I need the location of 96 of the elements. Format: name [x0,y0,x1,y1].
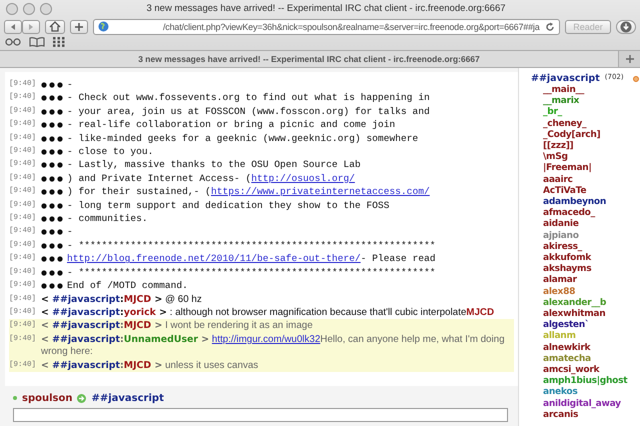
plus-icon [74,22,84,32]
user-list-item[interactable]: alnewkirk [531,342,640,354]
grid-icon[interactable] [53,37,65,47]
server-dots-icon [41,82,63,88]
server-dots-icon [41,216,63,222]
new-tab-button[interactable] [618,51,640,67]
user-list-item[interactable]: amph1bius|ghost [531,376,640,388]
server-message: - Lastly, massive thanks to the OSU Open Source Lab [67,158,361,172]
server-message: - [67,78,73,91]
server-message: - communities. [67,212,148,226]
chat-message: < ##javascript:MJCD > unless it uses canvas [41,360,258,372]
message-input[interactable] [13,408,508,422]
channel-name: ##javascript [91,392,164,404]
server-message: - Check out www.fossevents.org to find out what is happening in [67,91,430,104]
user-list-item[interactable]: aaairc [531,174,640,186]
user-list-item[interactable]: anekos [531,387,640,399]
server-dots-icon [41,229,63,236]
user-list-item[interactable]: arcanis [531,410,640,422]
server-message: - your area, join us at FOSSCON (www.fosscon.org) for talks and [67,104,430,118]
chat-message: < ##javascript:MJCD > @ 60 hz [41,294,202,306]
back-icon [9,22,17,30]
channel-name[interactable]: ##javascript [531,73,600,84]
server-message: - close to you. [67,145,154,158]
user-list-item[interactable]: __marix [531,96,640,108]
server-message: - real-life collaboration or bring a picnic and come join [67,118,396,132]
status-dot-icon [13,396,17,400]
user-list-item[interactable]: afmacedo_ [531,208,640,220]
message-link[interactable]: http://imgur.com/wu0lk32 [212,334,320,345]
server-dots-icon [41,149,63,156]
user-list-item[interactable]: anildigital_away [531,398,640,410]
chat-message: < ##javascript:MJCD > I wont be rendering it as an image [41,320,313,333]
user-list-item[interactable]: alexander__b [531,298,640,310]
server-dots-icon [41,242,63,249]
server-dots-icon [41,202,63,209]
server-dots-icon [41,162,63,168]
user-list-item[interactable]: ajpiano [531,230,640,242]
server-dots-icon [41,283,63,290]
server-message: End of /MOTD command. [67,279,188,292]
user-list-item[interactable]: amcsi_work [531,365,640,376]
user-list-item[interactable]: akiress_ [531,242,640,254]
server-dots-icon [41,189,63,196]
user-list-item[interactable]: alexwhitman [531,309,640,320]
user-list-item[interactable]: alex88 [531,286,640,298]
address-field[interactable]: /chat/client.php?viewKey=36h&nick=spoulson&realname=&server=irc.freenode.org&port=6667##ja [93,18,560,34]
status-dot-icon [632,76,639,82]
user-list-item[interactable]: akkufomk [531,253,640,264]
back-button[interactable] [4,20,22,34]
book-icon[interactable] [29,37,45,47]
user-list-item[interactable]: alamar [531,275,640,287]
home-icon [49,21,61,32]
user-list-item[interactable]: _cheney_ [531,118,640,130]
user-list-item[interactable]: [[zzz]] [531,141,640,152]
server-message: http://blog.freenode.net/2010/11/be-safe-out-there/- Please read [67,252,436,266]
chat-message: < ##javascript:UnnamedUser > http://imgur.com/wu0lk32Hello, can anyone help me, what I'm doing wrong here: [41,334,506,359]
server-dots-icon [41,95,63,102]
user-list-item[interactable]: akshayms [531,264,640,276]
message-link[interactable]: https://www.privateinternetaccess.com/ [210,186,430,198]
message-link[interactable]: http://blog.freenode.net/2010/11/be-safe-out-there/ [67,253,361,264]
chat-message: < ##javascript:yorick > : although not browser magnification because that'll cubic interpolateMJCD [41,306,494,320]
server-message: ) for their sustained,- (https://www.privateinternetaccess.com/ [67,185,430,198]
server-dots-icon [41,136,63,142]
server-message: ) and Private Internet Access- (http://osuosl.org/ [67,172,355,185]
plus-icon [626,55,634,63]
user-list-item[interactable]: |Freeman| [531,163,640,175]
user-nick: spoulson [22,392,72,404]
server-message: - long term support and dedication they show to the FOSS [67,198,390,212]
user-list-item[interactable]: adambeynon [531,197,640,208]
user-list-item[interactable]: \mSg [531,152,640,164]
window-title: 3 new messages have arrived! -- Experimental IRC chat client - irc.freenode.org:6667 [145,3,507,14]
arrow-icon [77,394,86,402]
forward-icon [27,22,35,30]
user-list-item[interactable]: aidanie [531,219,640,231]
user-list-item[interactable]: _Cody[arch] [531,130,640,142]
reload-icon[interactable] [545,22,555,32]
user-list-item[interactable]: __main__ [531,85,640,96]
server-message: - like-minded geeks for a geeknic (www.geeknic.org) somewhere [67,132,418,145]
server-dots-icon [41,122,63,128]
add-button[interactable] [70,20,88,34]
server-message: - ************************************************************** [67,266,436,279]
message-link[interactable]: http://osuosl.org/ [251,172,355,184]
server-dots-icon [41,270,63,276]
glasses-icon[interactable] [5,38,21,46]
user-list-item[interactable]: algesten` [531,320,640,332]
server-message: - [67,225,73,238]
home-button[interactable] [45,20,65,34]
user-list-item[interactable]: amatecha [531,354,640,366]
server-dots-icon [41,256,63,262]
downloads-button[interactable] [616,20,636,34]
forward-button[interactable] [22,20,40,34]
user-list-item[interactable]: AcTiVaTe [531,186,640,198]
download-icon [620,20,632,32]
globe-icon [98,21,109,32]
server-message: - ************************************************************** [67,238,436,252]
server-dots-icon [41,108,63,115]
server-dots-icon [41,176,63,182]
browser-tab[interactable]: 3 new messages have arrived! -- Experimental IRC chat client - irc.freenode.org:6667 [0,51,618,67]
